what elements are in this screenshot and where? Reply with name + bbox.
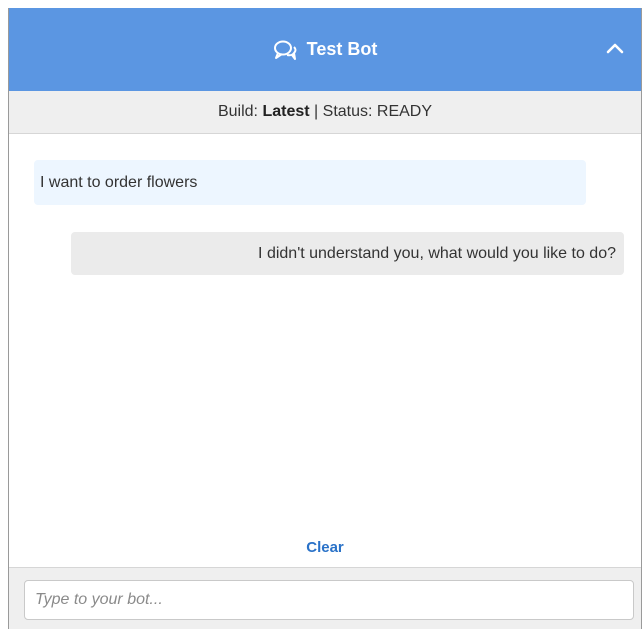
bot-message-text: I didn't understand you, what would you …	[258, 244, 616, 262]
chevron-up-icon	[606, 43, 624, 54]
collapse-button[interactable]	[603, 36, 627, 60]
build-value: Latest	[262, 103, 310, 120]
top-strip	[0, 0, 643, 8]
message-input[interactable]	[24, 580, 634, 620]
input-area	[9, 567, 641, 629]
message-list: I want to order flowers I didn't underst…	[9, 134, 641, 532]
status-bar: Build: Latest | Status: READY	[9, 91, 641, 134]
header-title: Test Bot	[306, 39, 378, 59]
status-separator: |	[314, 103, 319, 120]
test-bot-panel: Test Bot Build: Latest | Status: READY I…	[8, 8, 642, 629]
user-message: I want to order flowers	[34, 160, 586, 205]
panel-header[interactable]: Test Bot	[9, 8, 641, 91]
user-message-text: I want to order flowers	[40, 173, 198, 191]
bot-message: I didn't understand you, what would you …	[71, 232, 624, 275]
status-label: Status:	[322, 103, 373, 120]
clear-button[interactable]: Clear	[9, 539, 641, 556]
status-value: READY	[376, 103, 433, 120]
build-label: Build:	[217, 103, 258, 120]
chat-bubbles-icon	[273, 38, 299, 62]
header-title-group: Test Bot	[273, 38, 378, 62]
